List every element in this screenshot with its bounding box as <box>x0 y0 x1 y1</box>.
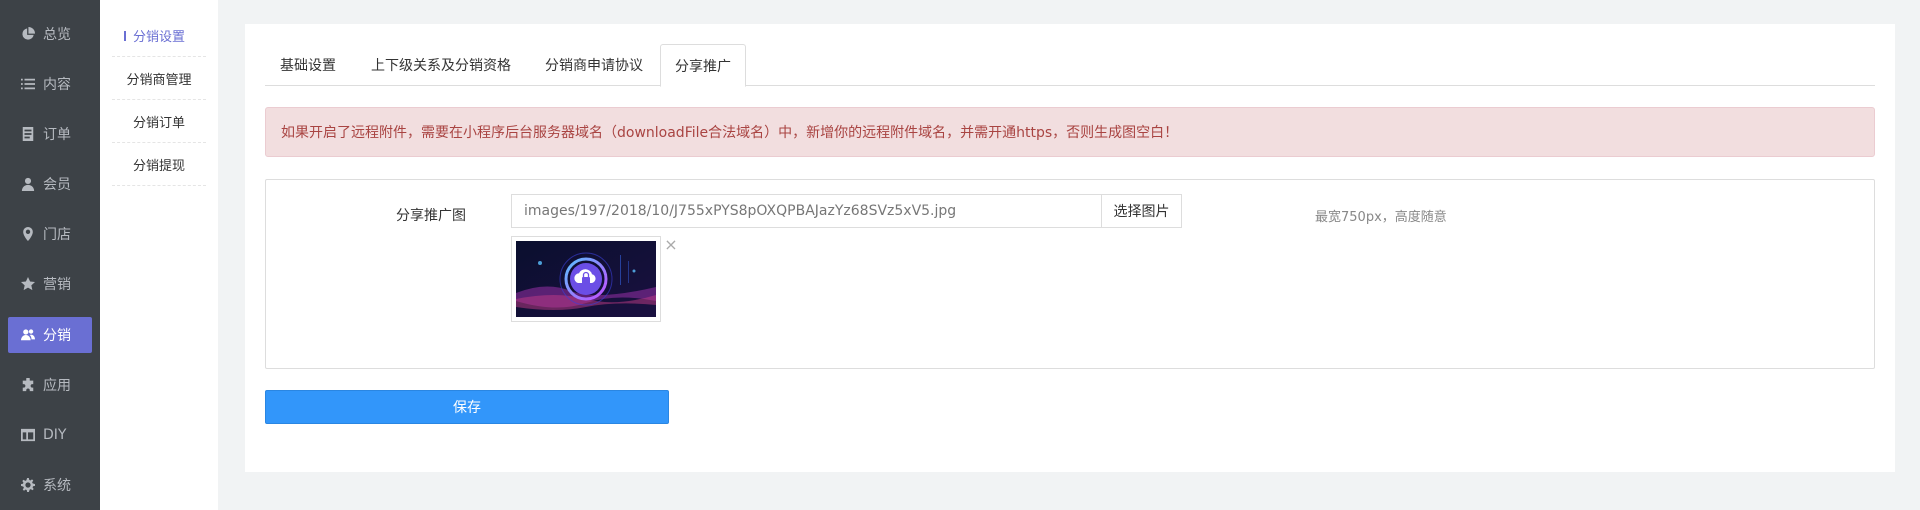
nav-label: 门店 <box>43 227 71 243</box>
sub-item-distribution-orders[interactable]: 分销订单 <box>112 101 206 143</box>
map-pin-icon <box>21 227 35 241</box>
nav-item-content[interactable]: 内容 <box>8 66 92 102</box>
nav-item-members[interactable]: 会员 <box>8 166 92 202</box>
settings-tabs: 基础设置 上下级关系及分销资格 分销商申请协议 分享推广 <box>265 44 1875 87</box>
image-thumbnail <box>511 236 661 322</box>
image-path-input[interactable] <box>511 194 1101 228</box>
tab-basic-settings[interactable]: 基础设置 <box>280 44 336 86</box>
cloud-lock-image <box>516 241 656 317</box>
sub-nav: 分销设置 分销商管理 分销订单 分销提现 <box>100 0 218 510</box>
gear-icon <box>21 478 35 492</box>
nav-label: 会员 <box>43 177 71 193</box>
pie-chart-icon <box>21 27 35 41</box>
nav-label: 内容 <box>43 77 71 93</box>
nav-item-orders[interactable]: 订单 <box>8 116 92 152</box>
main-nav: 总览 内容 订单 会员 门店 营销 分销 应用 DIY 系统 <box>0 0 100 510</box>
share-image-label: 分享推广图 <box>396 208 466 224</box>
select-image-button[interactable]: 选择图片 <box>1101 194 1182 228</box>
save-button[interactable]: 保存 <box>265 390 669 424</box>
sub-item-distributor-management[interactable]: 分销商管理 <box>112 58 206 100</box>
nav-item-distribution[interactable]: 分销 <box>8 317 92 353</box>
sub-item-distribution-withdrawals[interactable]: 分销提现 <box>112 144 206 186</box>
nav-item-system[interactable]: 系统 <box>8 467 92 503</box>
star-icon <box>21 277 35 291</box>
user-icon <box>21 177 35 191</box>
warning-alert: 如果开启了远程附件，需要在小程序后台服务器域名（downloadFile合法域名… <box>265 107 1875 157</box>
list-icon <box>21 77 35 91</box>
nav-item-apps[interactable]: 应用 <box>8 367 92 403</box>
image-size-hint: 最宽750px，高度随意 <box>1315 210 1447 225</box>
users-icon <box>21 328 35 342</box>
tab-application-agreement[interactable]: 分销商申请协议 <box>545 44 643 86</box>
nav-label: 系统 <box>43 478 71 494</box>
share-image-form: 分享推广图 选择图片 最宽750px，高度随意 <box>265 179 1875 369</box>
tab-share-promotion[interactable]: 分享推广 <box>660 44 746 87</box>
sub-item-distribution-settings[interactable]: 分销设置 <box>112 15 206 57</box>
nav-item-stores[interactable]: 门店 <box>8 216 92 252</box>
tab-hierarchy-qualification[interactable]: 上下级关系及分销资格 <box>371 44 511 86</box>
nav-label: DIY <box>43 427 67 443</box>
image-input-group: 选择图片 <box>511 194 1182 228</box>
nav-label: 应用 <box>43 378 71 394</box>
document-icon <box>21 127 35 141</box>
nav-label: 分销 <box>43 328 71 344</box>
nav-item-overview[interactable]: 总览 <box>8 16 92 52</box>
nav-label: 营销 <box>43 277 71 293</box>
alert-text: 如果开启了远程附件，需要在小程序后台服务器域名（downloadFile合法域名… <box>281 125 1179 141</box>
layout-icon <box>21 428 35 442</box>
nav-item-marketing[interactable]: 营销 <box>8 266 92 302</box>
nav-item-diy[interactable]: DIY <box>8 417 92 453</box>
nav-label: 订单 <box>43 127 71 143</box>
content-panel: 基础设置 上下级关系及分销资格 分销商申请协议 分享推广 如果开启了远程附件，需… <box>245 24 1895 472</box>
nav-label: 总览 <box>43 27 71 43</box>
remove-image-icon[interactable]: × <box>664 237 678 253</box>
puzzle-icon <box>21 378 35 392</box>
